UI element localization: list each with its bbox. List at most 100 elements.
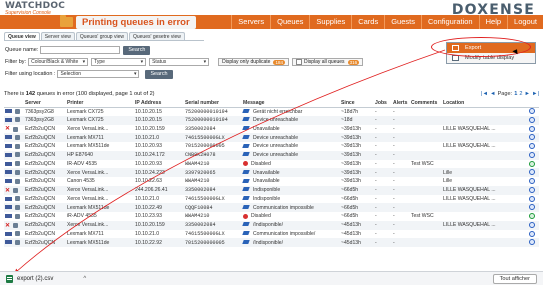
prev-page-icon[interactable]: ◄: [490, 91, 496, 97]
status-filter-select[interactable]: Status ▾: [149, 58, 210, 66]
all-queues-toggle[interactable]: Display all queues 316: [291, 58, 364, 66]
table-row[interactable]: Ezf2b2uQCN iR-ADV 4535 10.10.23.93 WWAM4210…: [4, 212, 539, 221]
cell-location: LILLE WASQUEHAL ...: [443, 125, 496, 132]
nav-configuration[interactable]: Configuration: [420, 15, 479, 29]
message-text: Indisponible: [253, 187, 281, 194]
status-indicator-icon[interactable]: [529, 221, 535, 228]
table-row[interactable]: ✕ Ezf2b2uQCN Xerox VersaLink... 10.10.20.15…: [4, 220, 539, 230]
cell-server: Ezf2b2uQCN: [24, 168, 66, 177]
cell-ip: 10.10.21.0: [134, 133, 184, 142]
cell-location: [442, 150, 528, 160]
message-icon: [243, 135, 250, 140]
cell-printer: Lexmark CX725: [67, 108, 104, 115]
table-row[interactable]: ✕ Ezf2b2uQCN Xerox VersaLink... 10.10.20.15…: [4, 125, 539, 134]
chevron-up-icon[interactable]: ^: [83, 276, 86, 282]
message-text: /Indisponible/: [253, 239, 284, 246]
col-alerts[interactable]: Alerts: [392, 99, 410, 108]
col-server[interactable]: Server: [24, 99, 66, 108]
cell-alerts: -: [393, 195, 395, 202]
nav-guests[interactable]: Guests: [384, 15, 421, 29]
first-page-icon[interactable]: |◄: [481, 91, 488, 97]
page-2-link[interactable]: 2: [519, 91, 522, 97]
status-indicator-icon[interactable]: [529, 239, 535, 246]
cell-alerts: -: [393, 160, 395, 167]
col-message[interactable]: Message: [242, 99, 340, 108]
nav-help[interactable]: Help: [478, 15, 507, 29]
nav-cards[interactable]: Cards: [351, 15, 384, 29]
col-comments[interactable]: Comments: [410, 99, 442, 108]
download-item[interactable]: export (2).csv ^: [0, 274, 86, 283]
type-filter-select[interactable]: Type ▾: [91, 58, 147, 66]
location-search-button[interactable]: Search: [145, 69, 173, 79]
status-indicator-icon[interactable]: [529, 204, 535, 211]
status-indicator-icon[interactable]: [529, 134, 535, 141]
table-row[interactable]: Ezf2b2uQCN Xerox VersaLink... 10.10.21.0 74…: [4, 195, 539, 204]
cell-alerts: -: [392, 203, 410, 212]
nav-supplies[interactable]: Supplies: [309, 15, 351, 29]
cell-alerts: -: [392, 150, 410, 160]
status-indicator-icon[interactable]: [529, 230, 535, 237]
watchdoc-logo[interactable]: WATCHDOC Supervision Console: [5, 1, 65, 16]
all-queues-checkbox[interactable]: [295, 59, 302, 65]
cell-since: ~39d13h: [341, 143, 361, 150]
table-row[interactable]: 7363psy2G8 Lexmark CX725 10.10.20.15 752000…: [4, 115, 539, 125]
status-indicator-icon[interactable]: [529, 195, 535, 202]
queue-bar-icon: [5, 179, 12, 184]
cell-ip: 244.206.26.41: [134, 185, 184, 195]
status-indicator-icon[interactable]: [529, 143, 535, 150]
col-jobs[interactable]: Jobs: [374, 99, 392, 108]
cell-since: ~45d13h: [340, 238, 374, 247]
table-row[interactable]: Ezf2b2uQCN Lexmark MX711 10.10.21.0 7461550…: [4, 230, 539, 239]
status-indicator-icon[interactable]: [529, 169, 535, 176]
table-row[interactable]: 7363psy2G8 Lexmark CX725 10.10.20.15 752000…: [4, 107, 539, 116]
table-row[interactable]: Ezf2b2uQCN Lexmark MX711 10.10.21.0 7461550…: [4, 133, 539, 142]
nav-queues[interactable]: Queues: [270, 15, 309, 29]
status-indicator-icon[interactable]: [529, 108, 535, 115]
table-row[interactable]: Ezf2b2uQCN Lexmark MX511de 10.10.22.49 CQQF…: [4, 203, 539, 212]
col-ip-address[interactable]: IP Address: [134, 99, 184, 108]
col-printer[interactable]: Printer: [66, 99, 134, 108]
col-since[interactable]: Since: [340, 99, 374, 108]
show-all-button[interactable]: Tout afficher: [492, 274, 537, 284]
location-select[interactable]: Selection ▾: [57, 70, 140, 78]
page-title-area: Printing queues in error: [60, 15, 196, 29]
cell-since: ~45d13h: [340, 220, 374, 230]
table-row[interactable]: Ezf2b2uQCN Lexmark MX511de 10.10.20.93 7015…: [4, 142, 539, 151]
queue-name-input[interactable]: [40, 46, 121, 54]
message-icon: [243, 126, 250, 131]
col-location[interactable]: Location: [442, 99, 528, 108]
nav-logout[interactable]: Logout: [507, 15, 543, 29]
status-indicator-icon[interactable]: [529, 178, 535, 185]
cell-comments: [410, 185, 442, 195]
cell-alerts: -: [392, 133, 410, 142]
printer-icon: [15, 108, 20, 114]
col-serial-number[interactable]: Serial number: [184, 99, 242, 108]
table-row[interactable]: Ezf2b2uQCN Canon 4535 10.10.22.63 WWAM4210 U…: [4, 177, 539, 186]
table-row[interactable]: Ezf2b2uQCN HP E87640 10.10.24.172 CNB8K2H07…: [4, 150, 539, 160]
cell-message: Device unreachable: [242, 115, 340, 125]
cell-alerts: -: [393, 108, 395, 115]
status-indicator-icon[interactable]: [529, 213, 535, 220]
color-filter-select[interactable]: Colour/Black & White ▾: [28, 58, 89, 66]
table-row[interactable]: Ezf2b2uQCN Xerox VersaLink... 10.10.24.223…: [4, 168, 539, 177]
cell-serial: 7461550000GLX: [184, 133, 242, 142]
table-row[interactable]: Ezf2b2uQCN IR-ADV 4535 10.10.20.93 WWAM4210…: [4, 160, 539, 169]
status-indicator-icon[interactable]: [529, 125, 535, 132]
status-indicator-icon[interactable]: [529, 160, 535, 167]
status-indicator-icon[interactable]: [529, 116, 535, 123]
cell-since: ~39d13h: [340, 168, 374, 177]
cell-server: Ezf2b2uQCN: [24, 203, 66, 212]
table-row[interactable]: Ezf2b2uQCN Lexmark MX511de 10.10.22.92 7015…: [4, 238, 539, 247]
status-indicator-icon[interactable]: [529, 151, 535, 158]
search-button[interactable]: Search: [123, 45, 151, 55]
cell-serial: 3350002084: [184, 220, 242, 230]
cell-comments: [410, 195, 442, 204]
col-icons: [4, 99, 24, 108]
only-duplicate-toggle[interactable]: Display only duplicate 184: [218, 58, 289, 66]
status-indicator-icon[interactable]: [529, 186, 535, 193]
table-row[interactable]: ✕ Ezf2b2uQCN Xerox VersaLink... 244.206.26.…: [4, 185, 539, 195]
last-page-icon[interactable]: ►|: [532, 91, 539, 97]
page-1-link[interactable]: 1: [514, 91, 517, 97]
nav-servers[interactable]: Servers: [231, 15, 270, 29]
next-page-icon[interactable]: ►: [524, 91, 530, 97]
